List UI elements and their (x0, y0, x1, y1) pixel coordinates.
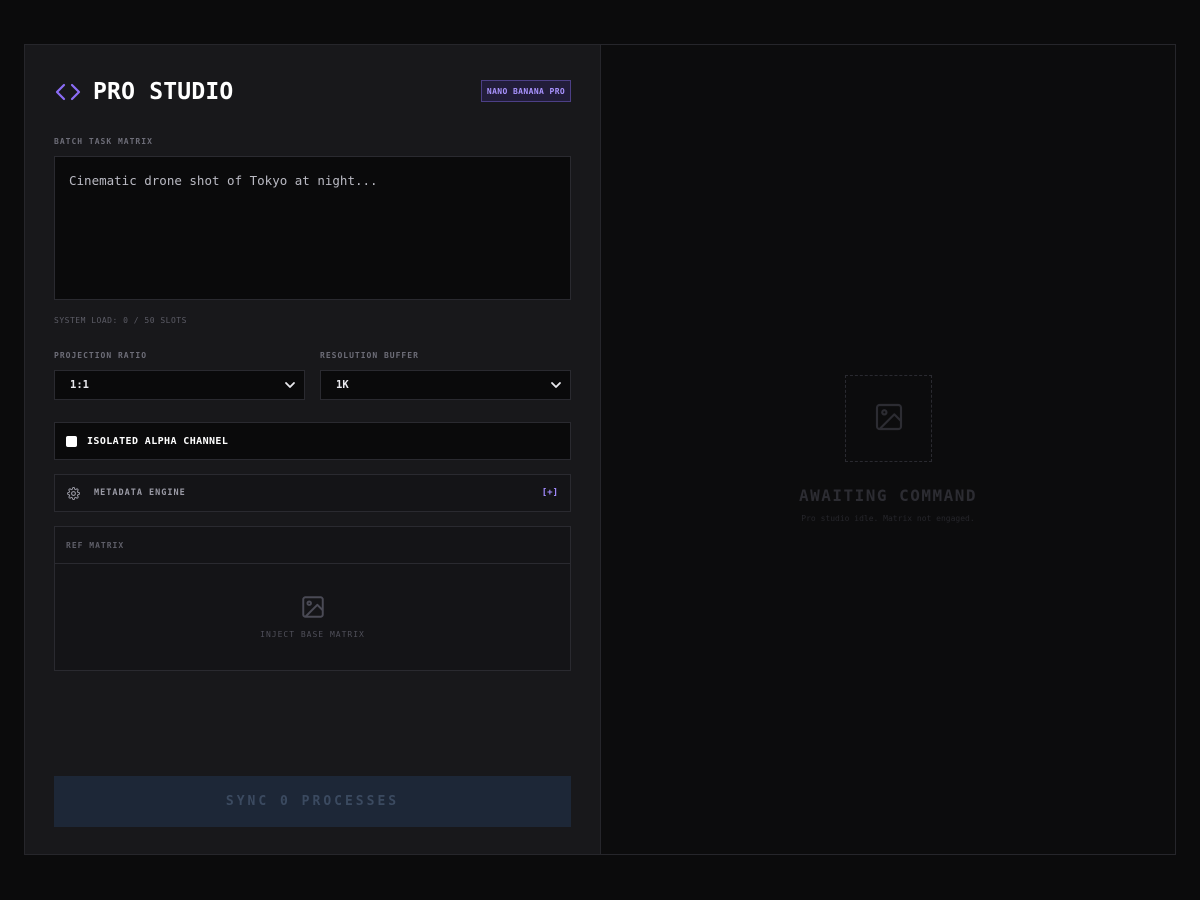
inject-base-matrix-label: INJECT BASE MATRIX (260, 630, 365, 639)
metadata-engine-row[interactable]: METADATA ENGINE [+] (54, 474, 571, 512)
resolution-buffer-label: RESOLUTION BUFFER (320, 351, 419, 360)
resolution-buffer-select[interactable]: 1K (320, 370, 571, 400)
system-load-status: SYSTEM LOAD: 0 / 50 SLOTS (54, 316, 187, 325)
app-title: PRO STUDIO (93, 79, 234, 105)
awaiting-command-subtitle: Pro studio idle. Matrix not engaged. (801, 514, 975, 523)
alpha-channel-checkbox[interactable] (66, 435, 77, 447)
chevron-down-icon (550, 381, 562, 389)
gear-icon (67, 486, 80, 500)
projection-ratio-value: 1:1 (70, 379, 89, 391)
alpha-channel-label: ISOLATED ALPHA CHANNEL (87, 435, 229, 447)
metadata-engine-label: METADATA ENGINE (94, 488, 186, 498)
resolution-buffer-value: 1K (336, 379, 349, 391)
image-icon (873, 401, 905, 437)
preview-panel: AWAITING COMMAND Pro studio idle. Matrix… (601, 45, 1175, 854)
ref-matrix-panel: REF MATRIX INJECT BASE MATRIX (54, 526, 571, 671)
control-panel: PRO STUDIO NANO BANANA PRO BATCH TASK MA… (25, 45, 601, 854)
ref-matrix-label: REF MATRIX (55, 527, 570, 564)
brand: PRO STUDIO (54, 79, 233, 105)
model-badge: NANO BANANA PRO (481, 80, 571, 102)
awaiting-command-title: AWAITING COMMAND (798, 486, 978, 505)
projection-ratio-label: PROJECTION RATIO (54, 351, 148, 360)
chevron-down-icon (284, 381, 296, 389)
batch-label: BATCH TASK MATRIX (54, 137, 153, 146)
alpha-channel-toggle[interactable]: ISOLATED ALPHA CHANNEL (54, 422, 571, 460)
projection-ratio-select[interactable]: 1:1 (54, 370, 305, 400)
metadata-expand-toggle[interactable]: [+] (542, 488, 558, 498)
image-icon (300, 594, 326, 624)
prompt-textarea[interactable]: Cinematic drone shot of Tokyo at night..… (54, 156, 571, 300)
code-icon (54, 82, 82, 102)
ref-matrix-dropzone[interactable]: INJECT BASE MATRIX (55, 563, 570, 670)
app-frame: PRO STUDIO NANO BANANA PRO BATCH TASK MA… (24, 44, 1176, 855)
preview-placeholder (845, 375, 932, 462)
sync-processes-button[interactable]: SYNC 0 PROCESSES (54, 776, 571, 827)
